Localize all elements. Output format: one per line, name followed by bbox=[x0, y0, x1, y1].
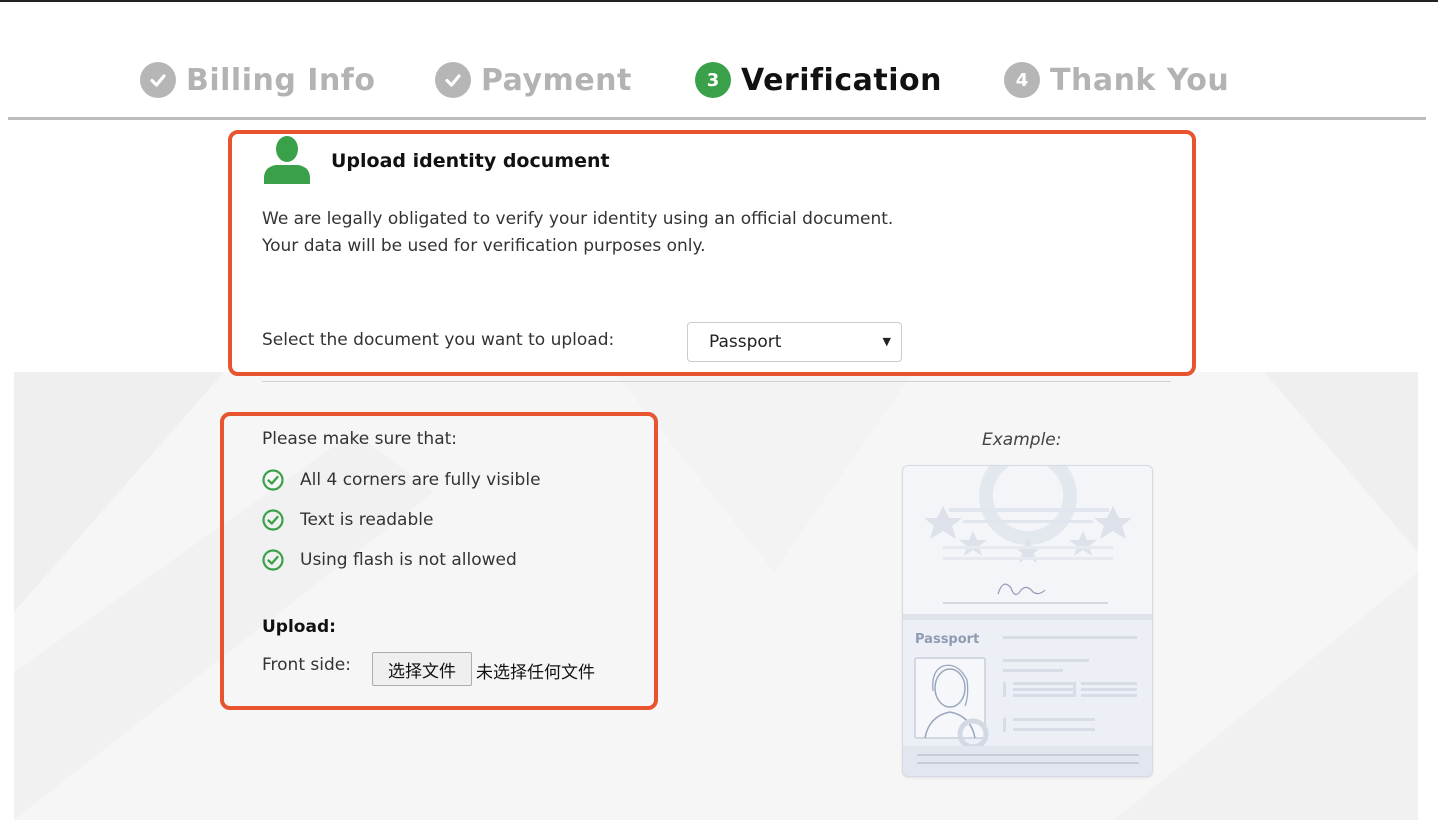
passport-label: Passport bbox=[915, 632, 980, 647]
intro-text: We are legally obligated to verify your … bbox=[262, 206, 893, 260]
check-circle-icon bbox=[262, 549, 284, 571]
checklist-item: All 4 corners are fully visible bbox=[262, 469, 541, 491]
check-circle-icon bbox=[262, 469, 284, 491]
checklist-text: All 4 corners are fully visible bbox=[300, 470, 541, 490]
step-label: Payment bbox=[481, 62, 632, 98]
document-type-select[interactable]: Passport ▼ bbox=[687, 322, 902, 362]
top-border bbox=[0, 0, 1438, 2]
step-verification: 3 Verification bbox=[695, 52, 942, 108]
checklist-heading: Please make sure that: bbox=[262, 429, 458, 449]
selected-document: Passport bbox=[709, 332, 782, 352]
upload-heading: Upload: bbox=[262, 617, 336, 637]
step-label: Verification bbox=[741, 62, 942, 98]
step-billing-info[interactable]: Billing Info bbox=[140, 52, 375, 108]
checkout-steps: Billing Info Payment 3 Verification 4 Th… bbox=[0, 52, 1438, 108]
step-number-badge: 3 bbox=[695, 62, 731, 98]
intro-line: Your data will be used for verification … bbox=[262, 236, 706, 256]
step-number-badge: 4 bbox=[1004, 62, 1040, 98]
passport-illustration bbox=[903, 466, 1152, 776]
user-icon bbox=[262, 134, 312, 184]
file-status-text: 未选择任何文件 bbox=[476, 663, 595, 683]
intro-line: We are legally obligated to verify your … bbox=[262, 209, 894, 229]
check-circle-icon bbox=[262, 509, 284, 531]
step-label: Billing Info bbox=[186, 62, 376, 98]
step-label: Thank You bbox=[1050, 62, 1230, 98]
section-divider bbox=[262, 381, 1171, 382]
front-side-label: Front side: bbox=[262, 655, 351, 675]
passport-example-image: Passport bbox=[902, 465, 1153, 777]
check-icon bbox=[140, 62, 176, 98]
upload-title: Upload identity document bbox=[331, 150, 610, 172]
steps-divider bbox=[8, 117, 1426, 120]
example-label: Example: bbox=[982, 430, 1062, 450]
checklist-text: Using flash is not allowed bbox=[300, 550, 517, 570]
step-thank-you: 4 Thank You bbox=[1004, 52, 1229, 108]
document-select-label: Select the document you want to upload: bbox=[262, 330, 615, 350]
checklist-item: Using flash is not allowed bbox=[262, 549, 517, 571]
dropdown-arrow-icon: ▼ bbox=[882, 335, 891, 348]
check-icon bbox=[435, 62, 471, 98]
checklist-text: Text is readable bbox=[300, 510, 434, 530]
step-payment[interactable]: Payment bbox=[435, 52, 632, 108]
checklist-item: Text is readable bbox=[262, 509, 433, 531]
choose-file-button[interactable]: 选择文件 bbox=[372, 652, 472, 686]
